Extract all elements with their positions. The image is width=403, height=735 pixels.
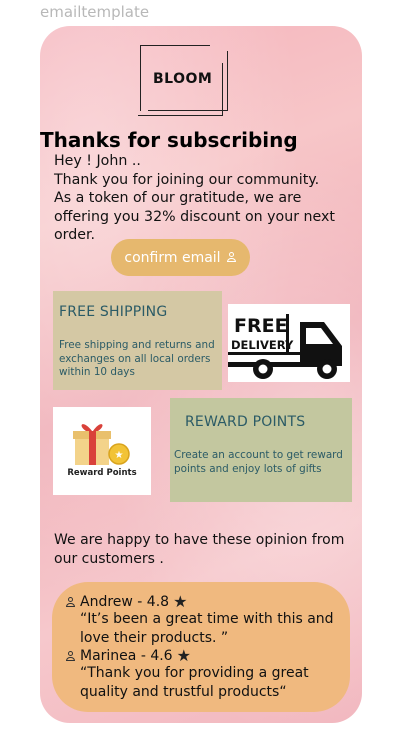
review-header: Marinea - 4.6 ★ bbox=[65, 648, 345, 664]
user-icon bbox=[65, 650, 76, 662]
review-quote-line: love their products. ” bbox=[80, 629, 229, 646]
free-shipping-line: within 10 days bbox=[59, 366, 135, 378]
free-shipping-card: FREE SHIPPING Free shipping and returns … bbox=[53, 291, 222, 390]
review-quote: “It’s been a great time with this and lo… bbox=[65, 610, 345, 647]
reward-points-line: points and enjoy lots of gifts bbox=[174, 462, 322, 475]
reviewer-name: Andrew - 4.8 bbox=[80, 594, 170, 610]
review-quote-line: “It’s been a great time with this and bbox=[80, 611, 334, 627]
svg-text:DELIVERY: DELIVERY bbox=[231, 338, 294, 352]
confirm-email-label: confirm email bbox=[124, 249, 221, 266]
reward-points-title: REWARD POINTS bbox=[185, 414, 306, 430]
review-header: Andrew - 4.8 ★ bbox=[65, 594, 345, 610]
bloom-logo: BLOOM bbox=[138, 41, 230, 117]
svg-text:FREE: FREE bbox=[234, 315, 288, 337]
free-shipping-line: exchanges on all local orders bbox=[59, 352, 211, 365]
logo-frame-line bbox=[222, 63, 223, 115]
logo-text: BLOOM bbox=[153, 71, 213, 87]
greeting-line: As a token of our gratitude, we are bbox=[54, 190, 302, 206]
page-title: Thanks for subscribing bbox=[40, 128, 298, 152]
reward-points-line: Create an account to get reward bbox=[174, 449, 343, 461]
confirm-email-button[interactable]: confirm email bbox=[111, 239, 250, 276]
free-shipping-line: Free shipping and returns and bbox=[59, 339, 215, 351]
logo-frame-line bbox=[138, 115, 223, 116]
review-quote-line: quality and trustful products“ bbox=[80, 683, 287, 700]
opinion-intro: We are happy to have these opinion from … bbox=[54, 531, 354, 568]
reward-points-card: REWARD POINTS Create an account to get r… bbox=[170, 398, 352, 502]
reward-points-text: Create an account to get reward points a… bbox=[174, 449, 352, 476]
user-icon bbox=[65, 596, 76, 608]
free-shipping-text: Free shipping and returns and exchanges … bbox=[59, 339, 221, 380]
opinion-line: our customers . bbox=[54, 550, 164, 567]
gift-icon: ★ bbox=[73, 424, 130, 465]
reward-points-image: ★ Reward Points bbox=[53, 407, 151, 495]
frame-label: emailtemplate bbox=[40, 3, 150, 21]
truck-icon: FREE DELIVERY bbox=[228, 314, 342, 379]
greeting-line: Hey ! John .. bbox=[54, 153, 141, 169]
review-quote: “Thank you for providing a great quality… bbox=[65, 664, 345, 701]
review-item: Marinea - 4.6 ★ “Thank you for providing… bbox=[65, 648, 345, 701]
opinion-line: We are happy to have these opinion from bbox=[54, 532, 345, 548]
free-delivery-truck-image: FREE DELIVERY bbox=[228, 304, 350, 382]
free-shipping-title: FREE SHIPPING bbox=[59, 304, 168, 320]
review-item: Andrew - 4.8 ★ “It’s been a great time w… bbox=[65, 594, 345, 647]
user-icon bbox=[226, 252, 237, 263]
greeting-line: Thank you for joining our community. bbox=[54, 171, 320, 188]
star-icon: ★ bbox=[173, 592, 188, 611]
svg-text:★: ★ bbox=[115, 450, 124, 461]
greeting-message: Hey ! John .. Thank you for joining our … bbox=[54, 152, 354, 245]
review-quote-line: “Thank you for providing a great bbox=[80, 665, 309, 681]
reviews-panel: Andrew - 4.8 ★ “It’s been a great time w… bbox=[52, 582, 350, 712]
greeting-line: offering you 32% discount on your next bbox=[54, 208, 335, 225]
reward-image-label: Reward Points bbox=[67, 468, 137, 478]
email-card: BLOOM Thanks for subscribing Hey ! John … bbox=[40, 26, 362, 723]
reviewer-name: Marinea - 4.6 bbox=[80, 648, 173, 664]
star-icon: ★ bbox=[176, 646, 191, 665]
